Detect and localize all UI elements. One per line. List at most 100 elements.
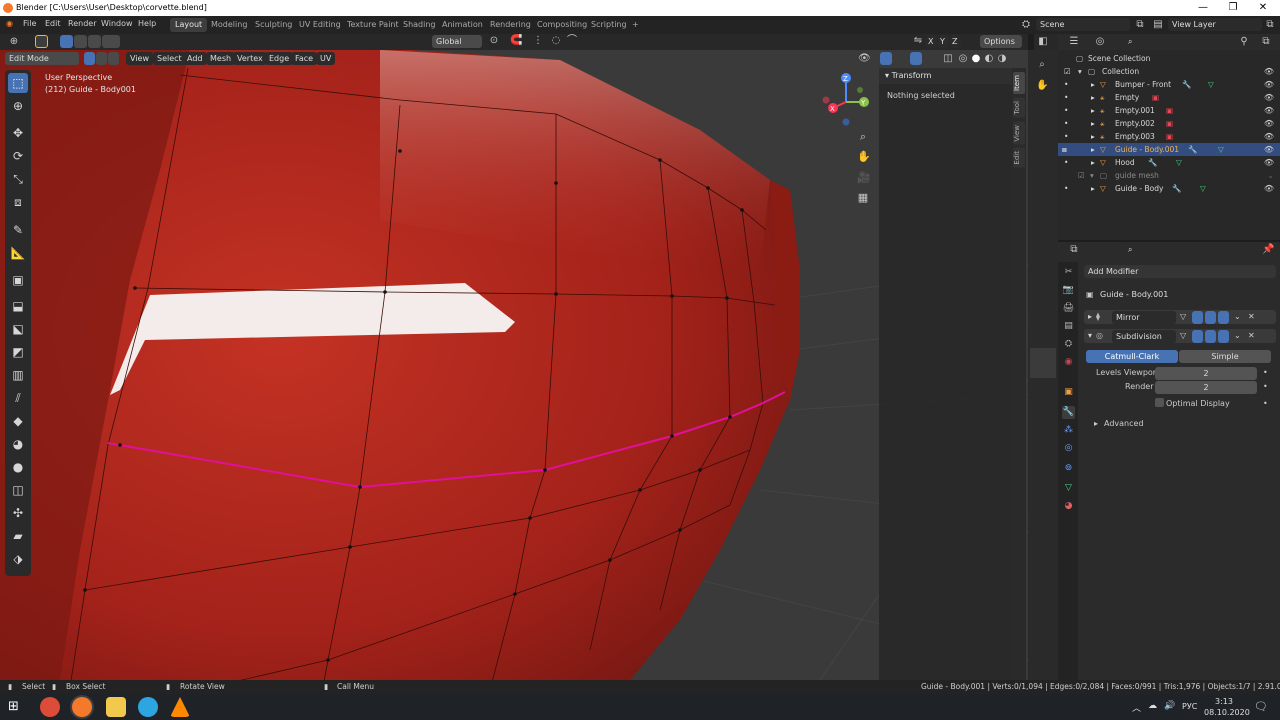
modifier-tab-icon[interactable]: 🔧 — [1062, 406, 1075, 419]
view-layer-icon[interactable]: ▤ — [1152, 19, 1164, 31]
modifier-subdivision-header[interactable]: ▾ ◎ Subdivision ▽ ⌄ ✕ — [1084, 329, 1276, 343]
tab-item[interactable]: Item — [1013, 72, 1025, 94]
windows-start-icon[interactable]: ⊞ — [8, 699, 24, 715]
rip-region-tool-icon[interactable]: ⬗ — [8, 549, 28, 569]
visibility-selectability-icon[interactable]: 👁 — [858, 53, 871, 65]
shrink-fatten-tool-icon[interactable]: ✣ — [8, 503, 28, 523]
dropdown-chevron-icon[interactable]: ⌄ — [1234, 312, 1241, 321]
expand-arrow-icon[interactable]: ▾ — [1078, 65, 1082, 78]
material-tab-icon[interactable]: ◕ — [1062, 500, 1075, 513]
expand-arrow-icon[interactable]: ▸ — [1091, 117, 1095, 130]
transform-tool-icon[interactable]: ⧈ — [8, 192, 28, 212]
navigation-gizmo[interactable]: Z Y X — [820, 70, 876, 126]
rendered-shading-icon[interactable]: ◑ — [996, 53, 1008, 65]
visibility-eye-icon[interactable]: 👁 — [1264, 104, 1274, 117]
vlc-taskbar-icon[interactable] — [170, 697, 190, 717]
outliner-row-bumper-front[interactable]: • ▸ ▽ Bumper - Front 🔧 ▽ 👁 — [1058, 78, 1280, 91]
tab-sculpting[interactable]: Sculpting — [250, 18, 297, 32]
menu-edit[interactable]: Edit — [45, 19, 61, 28]
modifier-name-input[interactable]: Subdivision — [1112, 330, 1176, 343]
material-shading-icon[interactable]: ◐ — [983, 53, 995, 65]
expand-arrow-icon[interactable]: ▸ — [1091, 156, 1095, 169]
pan-hand-icon[interactable]: ✋ — [857, 151, 871, 163]
outliner-row-collection[interactable]: ☑ ▾ ▢ Collection 👁 — [1058, 65, 1280, 78]
outliner-search-input[interactable]: ⌕ — [1124, 35, 1226, 48]
outliner-row-empty-002[interactable]: • ▸ ⚹ Empty.002 ▣ 👁 — [1058, 117, 1280, 130]
edge-select-icon[interactable] — [96, 52, 107, 65]
chrome-taskbar-icon[interactable] — [40, 697, 60, 717]
language-indicator[interactable]: РУС — [1182, 702, 1197, 711]
expand-arrow-icon[interactable]: ▸ — [1088, 312, 1092, 321]
editor-type-icon[interactable]: ⊕ — [8, 36, 20, 48]
select-tool-icon[interactable] — [35, 35, 48, 48]
camera-view-icon[interactable]: 🎥 — [857, 172, 871, 184]
select-mode-invert-icon[interactable] — [102, 35, 120, 48]
transform-orientation-dropdown[interactable]: Global — [432, 35, 482, 48]
pin-icon[interactable]: 📌 — [1262, 244, 1274, 256]
expand-arrow-icon[interactable]: ▸ — [1091, 182, 1095, 195]
visibility-eye-icon[interactable]: 👁 — [1264, 91, 1274, 104]
clock-time[interactable]: 3:13 — [1215, 697, 1233, 706]
move-tool-icon[interactable]: ✥ — [8, 123, 28, 143]
outliner-row-empty-003[interactable]: • ▸ ⚹ Empty.003 ▣ 👁 — [1058, 130, 1280, 143]
render-levels-field[interactable]: 2 — [1155, 381, 1257, 394]
world-tab-icon[interactable]: ◉ — [1062, 356, 1075, 369]
simple-button[interactable]: Simple — [1179, 350, 1271, 363]
expand-arrow-icon[interactable]: ▸ — [1091, 91, 1095, 104]
tab-edit[interactable]: Edit — [1013, 148, 1025, 168]
maximize-button[interactable]: ❐ — [1218, 1, 1248, 15]
particles-tab-icon[interactable]: ⁂ — [1062, 424, 1075, 437]
telegram-taskbar-icon[interactable] — [138, 697, 158, 717]
3d-viewport[interactable]: User Perspective (212) Guide - Body001 ⌕… — [0, 50, 1028, 680]
wireframe-shading-icon[interactable]: ◎ — [957, 53, 969, 65]
new-view-layer-icon[interactable]: ⧉ — [1264, 19, 1276, 31]
strip-editor-type-icon[interactable]: ◧ — [1037, 36, 1049, 48]
menu-mesh[interactable]: Mesh — [206, 52, 236, 65]
render-toggle-icon[interactable] — [1218, 330, 1229, 343]
tab-animation[interactable]: Animation — [437, 18, 488, 32]
clock-date[interactable]: 08.10.2020 — [1204, 708, 1250, 717]
view-layer-tab-icon[interactable]: ▤ — [1062, 320, 1075, 333]
expand-arrow-icon[interactable]: ▸ — [1091, 104, 1095, 117]
select-mode-subtract-icon[interactable] — [88, 35, 101, 48]
menu-add[interactable]: Add — [183, 52, 207, 65]
render-toggle-icon[interactable] — [1218, 311, 1229, 324]
notification-icon[interactable]: 🗨 — [1254, 700, 1268, 713]
checkbox-icon[interactable]: ☑ — [1064, 65, 1071, 78]
tab-uv-editing[interactable]: UV Editing — [294, 18, 346, 32]
render-tab-icon[interactable]: 📷 — [1062, 284, 1075, 297]
mode-dropdown[interactable]: Edit Mode — [5, 52, 79, 65]
spin-tool-icon[interactable]: ◕ — [8, 434, 28, 454]
tab-shading[interactable]: Shading — [398, 18, 441, 32]
menu-help[interactable]: Help — [138, 19, 156, 28]
remove-modifier-icon[interactable]: ✕ — [1248, 331, 1255, 340]
filter-icon[interactable]: ⚲ — [1238, 36, 1250, 48]
keyframe-dot-icon[interactable]: • — [1263, 368, 1268, 377]
tab-layout[interactable]: Layout — [170, 18, 208, 32]
expand-arrow-icon[interactable]: ▸ — [1091, 78, 1095, 91]
object-tab-icon[interactable]: ▣ — [1062, 386, 1075, 399]
select-mode-new-icon[interactable] — [60, 35, 73, 48]
cage-toggle-icon[interactable] — [1192, 330, 1203, 343]
strip-zoom-icon[interactable]: ⌕ — [1036, 59, 1048, 71]
levels-viewport-field[interactable]: 2 — [1155, 367, 1257, 380]
edge-slide-tool-icon[interactable]: ◫ — [8, 480, 28, 500]
modifier-name-input[interactable]: Mirror — [1112, 311, 1176, 324]
tray-chevron-icon[interactable]: ︿ — [1132, 701, 1141, 714]
visibility-eye-icon[interactable]: 👁 — [1264, 78, 1274, 91]
tab-view[interactable]: View — [1013, 122, 1025, 145]
new-scene-icon[interactable]: ⧉ — [1134, 19, 1146, 31]
edit-mode-toggle-icon[interactable]: ▽ — [1180, 312, 1186, 321]
axis-x-toggle[interactable]: X — [926, 35, 937, 48]
new-collection-icon[interactable]: ⧉ — [1260, 36, 1272, 48]
close-button[interactable]: ✕ — [1248, 1, 1278, 15]
menu-file[interactable]: File — [23, 19, 36, 28]
outliner-row-hood[interactable]: • ▸ ▽ Hood 🔧 ▽ 👁 — [1058, 156, 1280, 169]
menu-uv[interactable]: UV — [316, 52, 336, 65]
properties-editor-type-icon[interactable]: ⧉ — [1068, 244, 1080, 256]
display-mode-icon[interactable]: ◎ — [1094, 36, 1106, 48]
menu-select[interactable]: Select — [153, 52, 186, 65]
menu-face[interactable]: Face — [291, 52, 318, 65]
volume-icon[interactable]: 🔊 — [1164, 701, 1175, 711]
face-select-icon[interactable] — [108, 52, 119, 65]
